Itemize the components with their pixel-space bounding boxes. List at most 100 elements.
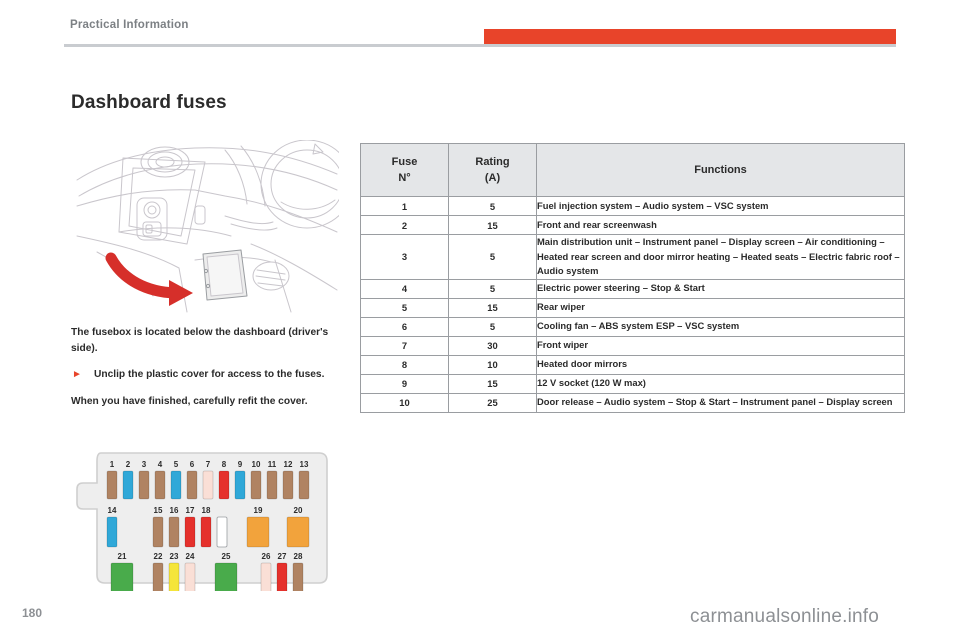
cell-rating: 30: [448, 335, 537, 356]
cell-functions: Electric power steering – Stop & Start: [536, 278, 905, 299]
page-number: 180: [22, 606, 43, 620]
fuse-body: [138, 470, 150, 500]
fuse-slot-23: 23: [168, 552, 180, 591]
fuse-body: [216, 516, 228, 548]
header-functions: Functions: [536, 143, 905, 197]
fuse-body: [218, 470, 230, 500]
header-fuse-number: Fuse N°: [360, 143, 449, 197]
fuse-slot-18: 18: [200, 506, 212, 548]
fuse-number-label: 5: [174, 460, 179, 469]
cell-rating: 5: [448, 196, 537, 216]
cell-fuse-number: 3: [360, 234, 449, 280]
fuse-slot-17: 17: [184, 506, 196, 548]
cell-functions: Front and rear screenwash: [536, 215, 905, 235]
cell-functions: Fuel injection system – Audio system – V…: [536, 196, 905, 216]
fuse-number-label: 14: [108, 506, 117, 515]
fuse-body: [184, 516, 196, 548]
fuse-body: [154, 470, 166, 500]
table-row: 8 10 Heated door mirrors: [360, 354, 905, 375]
chapter-title: Practical Information: [70, 19, 189, 31]
cell-fuse-number: 6: [360, 316, 449, 337]
fuse-body: [106, 470, 118, 500]
cell-functions: Rear wiper: [536, 297, 905, 318]
fuse-body: [170, 470, 182, 500]
fuse-body: [122, 470, 134, 500]
fuse-body: [246, 516, 270, 548]
bullet-text: Unclip the plastic cover for access to t…: [94, 369, 325, 380]
cell-rating: 25: [448, 392, 537, 413]
fuse-slot-26: 26: [260, 552, 272, 591]
fuse-body: [214, 562, 238, 591]
table-row: 10 25 Door release – Audio system – Stop &…: [360, 392, 905, 413]
dashboard-line-art: [75, 140, 339, 314]
table-row: 5 15 Rear wiper: [360, 297, 905, 318]
fuse-number-label: 18: [202, 506, 211, 515]
page-title: Dashboard fuses: [71, 92, 227, 113]
fuse-slot-14: 14: [106, 506, 118, 548]
cell-rating: 5: [448, 316, 537, 337]
fuse-number-label: 16: [170, 506, 179, 515]
fusebox-layout-figure: 1 2 3 4 5 6 7 8 9 10 11 12 13 14 15 16 17 18 19 20 21 22 23 24 2…: [75, 447, 339, 591]
cell-fuse-number: 1: [360, 196, 449, 216]
instruction-text-block: The fusebox is located below the dashboa…: [71, 325, 339, 420]
cell-fuse-number: 5: [360, 297, 449, 318]
fuse-number-label: 2: [126, 460, 131, 469]
fuse-number-label: 12: [284, 460, 293, 469]
fuse-number-label: 8: [222, 460, 227, 469]
cell-fuse-number: 7: [360, 335, 449, 356]
cell-rating: 15: [448, 215, 537, 235]
table-row: 1 5 Fuel injection system – Audio system –…: [360, 196, 905, 216]
dashboard-fusebox-illustration: [75, 140, 339, 314]
fuse-body: [152, 516, 164, 548]
cell-rating: 15: [448, 373, 537, 394]
fuse-slot-28: 28: [292, 552, 304, 591]
fuse-body: [286, 516, 310, 548]
cell-functions: Cooling fan – ABS system ESP – VSC syste…: [536, 316, 905, 337]
fuse-body: [184, 562, 196, 591]
fuse-slot-empty: [216, 516, 228, 548]
fuse-number-label: 19: [254, 506, 263, 515]
fuse-number-label: 3: [142, 460, 147, 469]
table-row: 6 5 Cooling fan – ABS system ESP – VSC sys…: [360, 316, 905, 337]
fuse-number-label: 15: [154, 506, 163, 515]
fuse-body: [152, 562, 164, 591]
fuse-number-label: 11: [268, 460, 277, 469]
table-header: Fuse N° Rating (A) Functions: [360, 143, 905, 197]
fuse-body: [298, 470, 310, 500]
fuse-number-label: 23: [170, 552, 179, 561]
cell-functions: 12 V socket (120 W max): [536, 373, 905, 394]
fuse-number-label: 7: [206, 460, 211, 469]
fuse-body: [110, 562, 134, 591]
fusebox-diagram: 1 2 3 4 5 6 7 8 9 10 11 12 1314 15 16 17 18 19 2021 22 23 24 2…: [75, 447, 339, 591]
fuse-body: [260, 562, 272, 591]
fuse-slot-16: 16: [168, 506, 180, 548]
intro-paragraph: The fusebox is located below the dashboa…: [71, 327, 329, 354]
cell-functions: Main distribution unit – Instrument pane…: [536, 234, 905, 280]
fuse-body: [168, 562, 180, 591]
cell-rating: 5: [448, 278, 537, 299]
fuse-number-label: 21: [118, 552, 127, 561]
table-body: 1 5 Fuel injection system – Audio system –…: [360, 196, 905, 413]
header-divider-rule: [64, 44, 896, 47]
fuse-number-label: 24: [186, 552, 195, 561]
fuse-body: [282, 470, 294, 500]
fuse-number-label: 6: [190, 460, 195, 469]
fuse-number-label: 20: [294, 506, 303, 515]
fuse-body: [234, 470, 246, 500]
fuse-slot-15: 15: [152, 506, 164, 548]
cell-rating: 15: [448, 297, 537, 318]
header-fuse-line1: Fuse: [391, 156, 418, 168]
cell-rating: 5: [448, 234, 537, 280]
table-header-row: Fuse N° Rating (A) Functions: [360, 143, 905, 197]
fuse-table: Fuse N° Rating (A) Functions 1 5 Fuel inje…: [360, 143, 905, 413]
fuse-number-label: 27: [278, 552, 287, 561]
fuse-body: [292, 562, 304, 591]
fuse-number-label: 10: [252, 460, 261, 469]
cell-functions: Heated door mirrors: [536, 354, 905, 375]
table-row: 4 5 Electric power steering – Stop & Start: [360, 278, 905, 299]
fuse-slot-10: 10: [250, 460, 262, 500]
cell-fuse-number: 8: [360, 354, 449, 375]
fuse-slot-11: 11: [266, 460, 278, 500]
fuse-body: [186, 470, 198, 500]
bullet-item: ► Unclip the plastic cover for access to…: [71, 367, 339, 383]
